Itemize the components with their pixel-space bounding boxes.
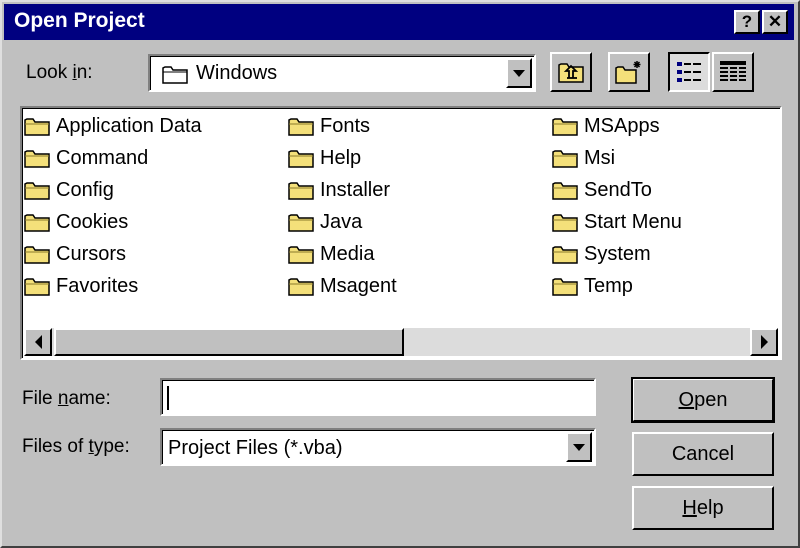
folder-icon <box>288 246 314 264</box>
folder-item-label: Config <box>56 178 114 201</box>
folder-icon <box>552 182 578 200</box>
open-project-dialog: Open Project ? ✕ Look in: Windows Applic… <box>0 0 800 548</box>
folder-item-label: SendTo <box>584 178 652 201</box>
folder-item-label: Start Menu <box>584 210 682 233</box>
folder-item[interactable]: SendTo <box>552 176 652 204</box>
scroll-left-button[interactable] <box>24 328 52 356</box>
folder-item-label: Temp <box>584 274 633 297</box>
folder-item-label: Command <box>56 146 149 169</box>
folder-item[interactable]: Help <box>288 144 361 172</box>
details-view-icon <box>720 61 746 83</box>
folder-item-label: Cookies <box>56 210 129 233</box>
look-in-combo[interactable]: Windows <box>148 54 536 92</box>
folder-icon <box>288 214 314 232</box>
folder-item[interactable]: Msagent <box>288 272 397 300</box>
folder-item[interactable]: Java <box>288 208 362 236</box>
file-name-label: File name: <box>22 388 111 409</box>
folder-item[interactable]: Temp <box>552 272 633 300</box>
folder-item-label: Msi <box>584 146 616 169</box>
file-name-input[interactable] <box>160 378 596 416</box>
folder-item-label: Media <box>320 242 375 265</box>
folder-item-label: Application Data <box>56 114 202 137</box>
folder-item[interactable]: MSApps <box>552 112 660 140</box>
list-view-button[interactable] <box>668 52 710 92</box>
folder-icon <box>288 278 314 296</box>
cancel-button[interactable]: Cancel <box>632 432 774 476</box>
folder-item[interactable]: Config <box>24 176 114 204</box>
close-icon: ✕ <box>767 12 783 31</box>
folder-icon <box>288 118 314 136</box>
look-in-dropdown-button[interactable] <box>506 58 532 88</box>
folder-item-label: Java <box>320 210 363 233</box>
look-in-value: Windows <box>196 62 278 84</box>
files-of-type-value: Project Files (*.vba) <box>168 437 343 459</box>
folder-icon <box>24 246 50 264</box>
files-of-type-combo[interactable]: Project Files (*.vba) <box>160 428 596 466</box>
folder-icon <box>24 214 50 232</box>
folder-item[interactable]: Command <box>24 144 148 172</box>
folder-item[interactable]: Cookies <box>24 208 128 236</box>
folder-item-label: MSApps <box>584 114 660 137</box>
arrow-right-icon <box>760 335 768 349</box>
horizontal-scrollbar[interactable] <box>24 328 778 356</box>
folder-item-label: Cursors <box>56 242 127 265</box>
folder-item[interactable]: Start Menu <box>552 208 682 236</box>
folder-item[interactable]: Installer <box>288 176 390 204</box>
folder-item-label: Installer <box>320 178 391 201</box>
title-bar[interactable]: Open Project ? ✕ <box>4 4 794 40</box>
text-caret <box>167 386 169 410</box>
folder-icon <box>288 150 314 168</box>
folder-icon <box>288 182 314 200</box>
folder-item[interactable]: Fonts <box>288 112 370 140</box>
chevron-down-icon <box>573 443 585 451</box>
scroll-right-button[interactable] <box>750 328 778 356</box>
chevron-down-icon <box>513 69 525 77</box>
list-view-icon <box>677 62 701 82</box>
files-of-type-dropdown-button[interactable] <box>566 432 592 462</box>
create-new-folder-button[interactable] <box>608 52 650 92</box>
folder-icon <box>552 150 578 168</box>
window-title: Open Project <box>14 9 145 32</box>
folder-icon <box>552 278 578 296</box>
up-one-level-icon <box>558 63 584 83</box>
folder-icon <box>162 66 188 84</box>
folder-icon <box>24 182 50 200</box>
question-mark-icon: ? <box>741 12 753 31</box>
folder-item[interactable]: Msi <box>552 144 615 172</box>
folder-item[interactable]: Favorites <box>24 272 138 300</box>
arrow-left-icon <box>34 335 42 349</box>
help-button[interactable]: Help <box>632 486 774 530</box>
folder-icon <box>24 150 50 168</box>
close-title-button[interactable]: ✕ <box>762 10 788 34</box>
folder-item-label: System <box>584 242 651 265</box>
folder-icon <box>552 246 578 264</box>
folder-item-label: Msagent <box>320 274 397 297</box>
folder-item-label: Help <box>320 146 362 169</box>
folder-item-label: Favorites <box>56 274 139 297</box>
create-new-folder-icon <box>615 61 641 84</box>
folder-icon <box>24 118 50 136</box>
up-one-level-button[interactable] <box>550 52 592 92</box>
help-title-button[interactable]: ? <box>734 10 760 34</box>
scroll-thumb[interactable] <box>54 328 404 356</box>
folder-item[interactable]: Application Data <box>24 112 202 140</box>
folder-icon <box>552 214 578 232</box>
details-view-button[interactable] <box>712 52 754 92</box>
look-in-label: Look in: <box>26 62 93 83</box>
folder-item[interactable]: System <box>552 240 651 268</box>
folder-icon <box>24 278 50 296</box>
folder-item[interactable]: Cursors <box>24 240 126 268</box>
folder-item-label: Fonts <box>320 114 371 137</box>
folder-item[interactable]: Media <box>288 240 374 268</box>
open-button[interactable]: Open <box>631 377 775 423</box>
file-list[interactable]: Application Data Command Config Cookies Curs… <box>20 106 782 360</box>
folder-icon <box>552 118 578 136</box>
files-of-type-label: Files of type: <box>22 436 130 457</box>
